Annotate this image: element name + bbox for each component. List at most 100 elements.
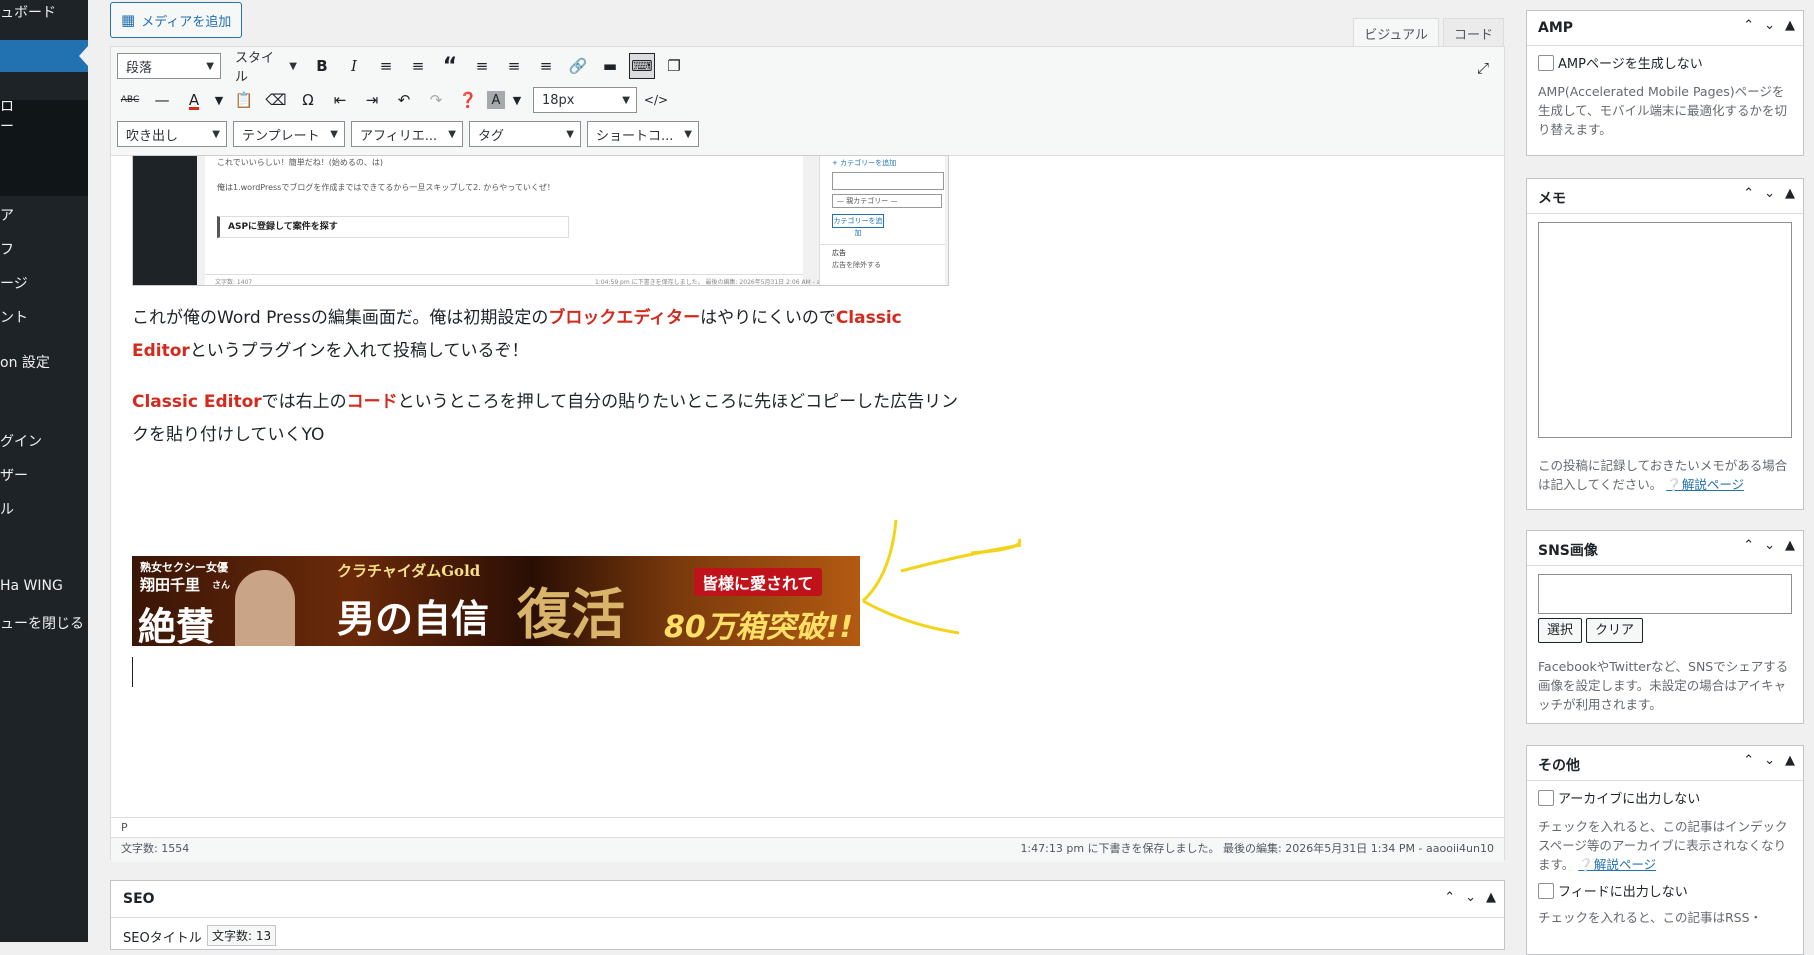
feed-checkbox[interactable]	[1538, 883, 1554, 899]
sidebar-item[interactable]: ューを閉じる	[0, 613, 84, 633]
chevron-down-icon[interactable]: ⌄	[1764, 753, 1775, 768]
special-character-icon[interactable]: Ω	[295, 87, 321, 113]
toggle-panel-icon[interactable]: ▲	[1486, 890, 1496, 905]
numbered-list-icon[interactable]: ≡	[405, 53, 431, 79]
media-icon: ▦	[121, 11, 136, 29]
sidebar-item[interactable]: ント	[0, 307, 28, 327]
shortcode-dropdown[interactable]: アフィリエ... ▼	[351, 121, 463, 147]
sidebar-item[interactable]: ー	[0, 116, 14, 136]
memo-help-link[interactable]: ❔解説ページ	[1666, 477, 1744, 492]
chevron-up-icon[interactable]: ⌃	[1743, 186, 1754, 201]
shortcode-dropdown-label: アフィリエ...	[360, 128, 438, 144]
text-segment: これが俺のWord Pressの編集画面だ。俺は初期設定の	[132, 308, 549, 328]
paste-text-icon[interactable]: 📋	[231, 87, 257, 113]
bullet-list-icon[interactable]: ≡	[373, 53, 399, 79]
admin-sidebar: ュボードローアフージント on 設定グインザール Ha WING ューを閉じる	[0, 0, 88, 942]
shortcode-dropdown[interactable]: ショートコ... ▼	[587, 121, 699, 147]
sidebar-item[interactable]: ージ	[0, 273, 28, 293]
bold-icon[interactable]: B	[309, 53, 335, 79]
banner-main: 男の自信	[337, 596, 490, 641]
chevron-down-icon[interactable]: ▼	[213, 87, 225, 113]
toggle-panel-icon[interactable]: ▲	[1785, 753, 1795, 768]
shortcode-dropdown[interactable]: テンプレート ▼	[233, 121, 345, 147]
chevron-down-icon[interactable]: ⌄	[1764, 186, 1775, 201]
screenshot-cat-button: カテゴリーを追加	[832, 214, 884, 237]
chevron-down-icon[interactable]: ⌄	[1764, 18, 1775, 33]
chevron-down-icon: ▼	[330, 128, 338, 140]
memo-textarea[interactable]	[1538, 222, 1792, 438]
indent-icon[interactable]: ⇥	[359, 87, 385, 113]
chevron-down-icon[interactable]: ⌄	[1764, 538, 1775, 553]
archive-checkbox[interactable]	[1538, 790, 1554, 806]
link-icon[interactable]: 🔗	[565, 53, 591, 79]
toggle-panel-icon[interactable]: ▲	[1785, 186, 1795, 201]
font-size-select[interactable]: 18px ▼	[533, 87, 637, 113]
tab-visual[interactable]: ビジュアル	[1353, 18, 1439, 47]
shortcode-dropdown[interactable]: 吹き出し ▼	[117, 121, 227, 147]
sidebar-item[interactable]: on 設定	[0, 352, 50, 372]
style-select-value: スタイル	[235, 51, 275, 85]
banner-san: さん	[212, 581, 231, 591]
other-help-link[interactable]: ❔解説ページ	[1578, 857, 1656, 872]
add-media-button[interactable]: ▦ メディアを追加	[110, 2, 243, 38]
clear-formatting-icon[interactable]: ⌫	[263, 87, 289, 113]
align-right-icon[interactable]: ≡	[533, 53, 559, 79]
sidebar-item[interactable]: ア	[0, 205, 14, 225]
sidebar-active-item[interactable]	[0, 40, 88, 72]
align-left-icon[interactable]: ≡	[469, 53, 495, 79]
chevron-down-icon[interactable]: ⌄	[1465, 890, 1476, 905]
amp-checkbox-row[interactable]: AMPページを生成しない	[1538, 54, 1792, 74]
undo-icon[interactable]: ↶	[391, 87, 417, 113]
screenshot-line-1: これでいいらしい！簡単だね！(始めるの、は)	[217, 158, 384, 167]
yellow-arrow-annotation	[861, 519, 1022, 635]
redo-icon[interactable]: ↷	[423, 87, 449, 113]
screenshot-status-left: 文字数: 1407	[215, 279, 253, 286]
tab-code[interactable]: コード	[1442, 18, 1504, 47]
sidebar-item[interactable]: フ	[0, 239, 14, 259]
copy-icon[interactable]: ❐	[661, 53, 687, 79]
sidebar-item[interactable]: ザー	[0, 465, 28, 485]
fullscreen-icon[interactable]: ⤢	[1470, 55, 1496, 81]
sns-clear-button[interactable]: クリア	[1586, 618, 1644, 643]
sns-select-button[interactable]: 選択	[1538, 618, 1583, 643]
chevron-down-icon[interactable]: ▼	[511, 87, 523, 113]
archive-checkbox-row[interactable]: アーカイブに出力しない	[1538, 789, 1792, 809]
text-color-icon[interactable]: A	[181, 87, 207, 113]
editor-content[interactable]: これでいいらしい！簡単だね！(始めるの、は) 俺は1.wordPressでブログ…	[111, 155, 1504, 817]
format-select[interactable]: 段落 ▼	[117, 53, 221, 79]
chevron-up-icon[interactable]: ⌃	[1743, 538, 1754, 553]
read-more-icon[interactable]: ▬	[597, 53, 623, 79]
outdent-icon[interactable]: ⇤	[327, 87, 353, 113]
style-select[interactable]: スタイル ▼	[227, 51, 303, 85]
sidebar-item[interactable]: グイン	[0, 431, 42, 451]
screenshot-side: + カテゴリーを追加 — 親カテゴリー — カテゴリーを追加 広告 広告を除外す…	[819, 156, 945, 285]
blockquote-icon[interactable]: “	[437, 53, 463, 79]
sidebar-item[interactable]: Ha WING	[0, 578, 63, 594]
shortcode-dropdown[interactable]: タグ ▼	[469, 121, 581, 147]
seo-controls: ⌃ ⌄ ▲	[1444, 890, 1496, 905]
sidebar-item[interactable]: ロ	[0, 96, 14, 116]
strikethrough-icon[interactable]: ABC	[117, 87, 143, 113]
toggle-panel-icon[interactable]: ▲	[1785, 538, 1795, 553]
chevron-up-icon[interactable]: ⌃	[1743, 753, 1754, 768]
feed-checkbox-row[interactable]: フィードに出力しない	[1538, 882, 1792, 902]
toolbar-toggle-icon[interactable]: ⌨	[629, 53, 655, 79]
horizontal-line-icon[interactable]: —	[149, 87, 175, 113]
sns-image-url-input[interactable]	[1538, 574, 1792, 614]
sidebar-item[interactable]: ュボード	[0, 2, 56, 22]
sidebar-item[interactable]: ル	[0, 499, 14, 519]
align-center-icon[interactable]: ≡	[501, 53, 527, 79]
chevron-up-icon[interactable]: ⌃	[1444, 890, 1455, 905]
banner-name: 翔田千里	[140, 576, 201, 594]
amp-checkbox[interactable]	[1538, 55, 1554, 71]
screenshot-sidebar	[133, 156, 197, 285]
chevron-up-icon[interactable]: ⌃	[1743, 18, 1754, 33]
sns-panel-title: SNS画像	[1538, 543, 1598, 559]
code-icon[interactable]: </>	[643, 87, 669, 113]
background-color-icon[interactable]: A	[487, 91, 505, 109]
help-icon[interactable]: ❓	[455, 87, 481, 113]
feed-description: チェックを入れると、この記事はRSS・	[1538, 910, 1763, 925]
shortcode-dropdown-label: タグ	[478, 128, 505, 144]
toggle-panel-icon[interactable]: ▲	[1785, 18, 1795, 33]
italic-icon[interactable]: I	[341, 53, 367, 79]
